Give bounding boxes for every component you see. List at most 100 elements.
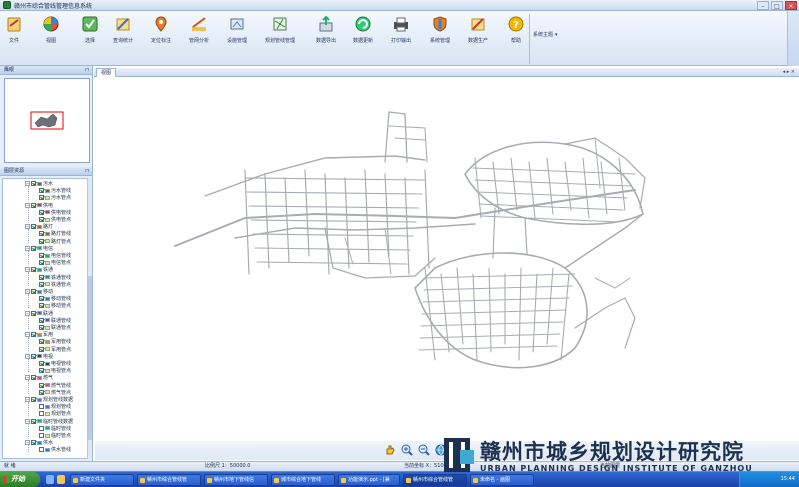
layer-visibility-checkbox[interactable] <box>39 209 44 215</box>
layer-visibility-checkbox[interactable] <box>39 231 44 237</box>
theme-dropdown[interactable]: 系统主题 ▾ <box>533 31 558 39</box>
system-button[interactable]: 系统管理 <box>429 13 451 44</box>
layer-item[interactable]: 电信管线 <box>39 252 71 259</box>
layer-group-checkbox[interactable] <box>31 202 36 208</box>
zoom-in-icon[interactable] <box>400 443 414 457</box>
layer-visibility-checkbox[interactable] <box>39 361 44 366</box>
layer-item[interactable]: 联通管点 <box>39 324 71 331</box>
layer-visibility-checkbox[interactable] <box>39 346 44 352</box>
layer-item[interactable]: 规划管线 <box>39 403 71 410</box>
maximize-button[interactable]: □ <box>771 1 783 10</box>
task-button-app-3[interactable]: 城市综合地下管线 <box>271 474 335 486</box>
layer-item[interactable]: 临时管点 <box>39 432 71 439</box>
layer-group-checkbox[interactable] <box>31 375 36 381</box>
layer-visibility-checkbox[interactable] <box>39 433 44 438</box>
layer-tree-scrollbar[interactable] <box>87 178 92 459</box>
layer-group-checkbox[interactable] <box>31 332 36 338</box>
planning-button[interactable]: 规划管线管理 <box>265 13 295 44</box>
layer-visibility-checkbox[interactable] <box>39 411 44 417</box>
layer-visibility-checkbox[interactable] <box>39 188 44 194</box>
layer-group-checkbox[interactable] <box>31 289 36 294</box>
layer-item[interactable]: 燃气管点 <box>39 389 71 396</box>
task-button-ppt[interactable]: 功能演示.ppt - [兼 <box>338 474 400 486</box>
pan-hand-icon[interactable] <box>383 443 397 457</box>
production-button[interactable]: 数据生产 <box>467 13 489 44</box>
layer-group-checkbox[interactable] <box>31 353 36 359</box>
layer-group[interactable]: − 供水 <box>25 439 53 446</box>
layer-item[interactable]: 污水管线 <box>39 187 71 194</box>
select-button[interactable]: 选择 <box>79 13 101 44</box>
layer-group-checkbox[interactable] <box>31 310 36 316</box>
locate-button[interactable]: 定位标注 <box>150 13 172 44</box>
layer-item[interactable]: 移动管点 <box>39 302 71 309</box>
layer-item[interactable]: 供电管点 <box>39 216 71 223</box>
layer-visibility-checkbox[interactable] <box>39 382 44 388</box>
layer-group-checkbox[interactable] <box>31 181 36 186</box>
layer-visibility-checkbox[interactable] <box>39 195 44 201</box>
layer-visibility-checkbox[interactable] <box>39 447 44 453</box>
tab-close-icon[interactable]: ◂ ▸ × <box>783 68 795 77</box>
layer-group-checkbox[interactable] <box>31 418 36 424</box>
layer-visibility-checkbox[interactable] <box>39 274 44 280</box>
overview-map[interactable] <box>4 78 90 163</box>
layer-group[interactable]: − 污水 <box>25 180 53 187</box>
layer-visibility-checkbox[interactable] <box>39 317 44 323</box>
layer-item[interactable]: 临时管线 <box>39 425 71 432</box>
zoom-out-icon[interactable] <box>417 443 431 457</box>
layer-visibility-checkbox[interactable] <box>39 296 44 302</box>
layer-visibility-checkbox[interactable] <box>39 404 44 410</box>
map-canvas[interactable] <box>95 78 799 441</box>
pin-icon[interactable]: ⊓ <box>85 167 89 176</box>
layer-group-checkbox[interactable] <box>31 224 36 230</box>
layer-item[interactable]: 路灯管点 <box>39 238 71 245</box>
close-button[interactable]: × <box>785 1 797 10</box>
layer-group[interactable]: − 供电 <box>25 202 53 209</box>
layer-group[interactable]: − 路灯 <box>25 223 53 230</box>
layer-group[interactable]: − 电视 <box>25 353 53 360</box>
layer-group-checkbox[interactable] <box>31 267 36 273</box>
layer-item[interactable]: 铁通管点 <box>39 281 71 288</box>
layer-visibility-checkbox[interactable] <box>39 281 44 287</box>
update-button[interactable]: 数据更新 <box>352 13 374 44</box>
layer-item[interactable]: 联通管线 <box>39 317 71 324</box>
export-button[interactable]: 数据导出 <box>315 13 337 44</box>
start-button[interactable]: 开始 <box>0 472 40 487</box>
layer-item[interactable]: 军用管线 <box>39 338 71 345</box>
layer-group[interactable]: − 联通 <box>25 310 53 317</box>
layer-group[interactable]: − 铁通 <box>25 266 53 273</box>
layer-visibility-checkbox[interactable] <box>39 339 44 345</box>
layer-item[interactable]: 规划管点 <box>39 410 71 417</box>
query-button[interactable]: 查询统计 <box>112 13 134 44</box>
task-button-app-2[interactable]: 赣州市地下管线信 <box>204 474 268 486</box>
layer-visibility-checkbox[interactable] <box>39 325 44 330</box>
print-button[interactable]: 打印输出 <box>390 13 412 44</box>
layer-group-checkbox[interactable] <box>31 245 36 251</box>
layer-visibility-checkbox[interactable] <box>39 253 44 258</box>
quick-launch-ie-icon[interactable] <box>46 475 54 484</box>
minimize-button[interactable]: – <box>757 1 769 10</box>
layer-group[interactable]: − 燃气 <box>25 374 53 381</box>
layer-item[interactable]: 燃气管线 <box>39 382 71 389</box>
task-button-app-1[interactable]: 赣州市综合管线管 <box>137 474 201 486</box>
layer-item[interactable]: 供电管线 <box>39 209 71 216</box>
facility-button[interactable]: 设施管理 <box>226 13 248 44</box>
layer-item[interactable]: 供水管线 <box>39 446 71 453</box>
quick-launch-folder-icon[interactable] <box>57 475 65 484</box>
layer-item[interactable]: 电视管线 <box>39 360 71 367</box>
layer-item[interactable]: 移动管线 <box>39 295 71 302</box>
layer-group-checkbox[interactable] <box>31 397 36 402</box>
layer-group[interactable]: − 临时管线数据 <box>25 418 73 425</box>
layer-item[interactable]: 污水管点 <box>39 194 71 201</box>
task-button-new-folder[interactable]: 新建文件夹 <box>70 474 134 486</box>
scroll-thumb[interactable] <box>88 276 92 440</box>
layer-visibility-checkbox[interactable] <box>39 425 44 431</box>
layer-item[interactable]: 铁通管线 <box>39 274 71 281</box>
layer-visibility-checkbox[interactable] <box>39 260 44 266</box>
file-button[interactable]: 文件 <box>3 13 25 44</box>
layer-group[interactable]: − 军用 <box>25 331 53 338</box>
layer-visibility-checkbox[interactable] <box>39 368 44 374</box>
view-button[interactable]: 视图 <box>40 13 62 44</box>
layer-group-checkbox[interactable] <box>31 440 36 446</box>
analysis-button[interactable]: 管网分析 <box>188 13 210 44</box>
layer-group[interactable]: − 电信 <box>25 245 53 252</box>
